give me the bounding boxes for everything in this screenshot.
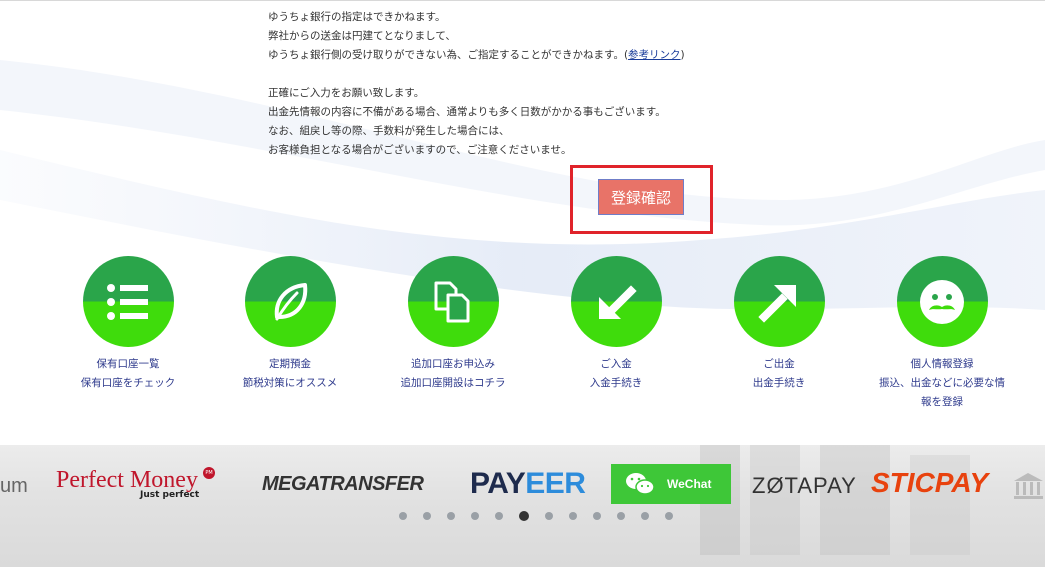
menu-subtitle: 振込、出金などに必要な情: [879, 377, 1005, 389]
menu-subtitle: 入金手続き: [589, 377, 643, 389]
menu-title: 保有口座一覧: [96, 358, 160, 370]
list-icon: [107, 283, 148, 320]
menu-circle[interactable]: [570, 256, 662, 347]
menu-subtitle: 保有口座をチェック: [80, 377, 176, 389]
carousel-dot[interactable]: [569, 512, 577, 520]
menu-label: 追加口座お申込み 追加口座開設はコチラ: [373, 355, 533, 393]
brand-logo-partial: um: [0, 475, 28, 497]
carousel-dot[interactable]: [641, 512, 649, 520]
menu-title: ご出金: [763, 358, 795, 370]
menu-label: ご入金 入金手続き: [536, 355, 696, 393]
carousel-dot[interactable]: [447, 512, 455, 520]
registration-confirm-button[interactable]: 登録確認: [598, 179, 684, 215]
menu-circle[interactable]: [896, 256, 988, 347]
notice-line: お客様負担となる場合がございますので、ご注意くださいませ。: [268, 144, 572, 156]
perfect-money-tagline: Just perfect: [140, 490, 200, 500]
menu-title: 定期預金: [269, 358, 311, 370]
menu-item-withdrawal[interactable]: ご出金 出金手続き: [699, 256, 859, 393]
menu-item-deposit[interactable]: ご入金 入金手続き: [536, 256, 696, 393]
carousel-dot[interactable]: [665, 512, 673, 520]
carousel-dot[interactable]: [545, 512, 553, 520]
carousel-dot[interactable]: [399, 512, 407, 520]
menu-title: 追加口座お申込み: [411, 358, 495, 370]
menu-title: ご入金: [600, 358, 632, 370]
menu-subtitle: 追加口座開設はコチラ: [400, 377, 506, 389]
carousel-dot[interactable]: [423, 512, 431, 520]
carousel-dot[interactable]: [593, 512, 601, 520]
notice-line: 弊社からの送金は円建てとなりまして、: [268, 30, 456, 42]
menu-label: ご出金 出金手続き: [699, 355, 859, 393]
menu-subtitle: 報を登録: [921, 396, 963, 408]
arrow-down-left-icon: [599, 284, 637, 319]
perfect-money-logo: Perfect Money PM Just perfect: [56, 467, 216, 500]
page: ゆうちょ銀行の指定はできかねます。 弊社からの送金は円建てとなりまして、 ゆうち…: [0, 0, 1045, 567]
bank-icon: [1012, 471, 1045, 505]
menu-circle[interactable]: [82, 256, 174, 347]
notice-line: 出金先情報の内容に不備がある場合、通常よりも多く日数がかかる事もございます。: [268, 106, 666, 118]
payeer-pay: PAY: [470, 467, 526, 500]
carousel-dot-active[interactable]: [519, 511, 529, 521]
notice-line-with-link: ゆうちょ銀行側の受け取りができない為、ご指定することができかねます。(参考リンク…: [268, 46, 968, 65]
menu-circle[interactable]: [733, 256, 825, 347]
notice-text: ゆうちょ銀行の指定はできかねます。 弊社からの送金は円建てとなりまして、 ゆうち…: [268, 8, 968, 160]
wechat-logo: WeChat: [611, 464, 731, 504]
menu-item-time-deposit[interactable]: 定期預金 節税対策にオススメ: [210, 256, 370, 393]
menu-circle[interactable]: [407, 256, 499, 347]
megatransfer-logo: MEGATRANSFER: [262, 473, 424, 495]
smiley-mustache-icon: [920, 279, 964, 324]
zotapay-logo: ZØTAPAY: [752, 473, 857, 498]
perfect-money-badge: PM: [203, 467, 216, 479]
wechat-bubbles-icon: [626, 473, 655, 495]
carousel-dot[interactable]: [495, 512, 503, 520]
notice-line: なお、組戻し等の際、手数料が発生した場合には、: [268, 125, 510, 137]
carousel-dots: [399, 511, 689, 521]
notice-line-prefix: ゆうちょ銀行側の受け取りができない為、ご指定することができかねます。(: [268, 49, 629, 61]
notice-line: 正確にご入力をお願い致します。: [268, 87, 425, 99]
menu-subtitle: 出金手続き: [752, 377, 806, 389]
arrow-up-right-icon: [758, 284, 796, 323]
menu-title: 個人情報登録: [910, 358, 974, 370]
payeer-logo: PAYEER: [470, 467, 586, 501]
payment-brands-carousel: um Perfect Money PM Just perfect MEGATRA…: [0, 445, 1045, 567]
menu-circle[interactable]: [244, 256, 336, 347]
top-divider: [0, 0, 1045, 1]
reference-link[interactable]: 参考リンク: [628, 49, 681, 61]
menu-label: 個人情報登録 振込、出金などに必要な情 報を登録: [862, 355, 1022, 412]
menu-item-account-list[interactable]: 保有口座一覧 保有口座をチェック: [48, 256, 208, 393]
carousel-dot[interactable]: [471, 512, 479, 520]
leaf-icon: [274, 282, 308, 320]
notice-line: ゆうちょ銀行の指定はできかねます。: [268, 11, 446, 23]
menu-item-additional-account[interactable]: 追加口座お申込み 追加口座開設はコチラ: [373, 256, 533, 393]
background-building-image: [700, 445, 970, 555]
copy-documents-icon: [434, 281, 470, 322]
menu-item-personal-info[interactable]: 個人情報登録 振込、出金などに必要な情 報を登録: [862, 256, 1022, 412]
sticpay-logo: STICPAY: [871, 467, 989, 498]
menu-label: 定期預金 節税対策にオススメ: [210, 355, 370, 393]
notice-line-suffix: ): [680, 49, 685, 61]
menu-subtitle: 節税対策にオススメ: [242, 377, 338, 389]
wechat-label: WeChat: [667, 477, 712, 491]
payeer-eer: EER: [525, 467, 586, 500]
carousel-dot[interactable]: [617, 512, 625, 520]
menu-label: 保有口座一覧 保有口座をチェック: [48, 355, 208, 393]
